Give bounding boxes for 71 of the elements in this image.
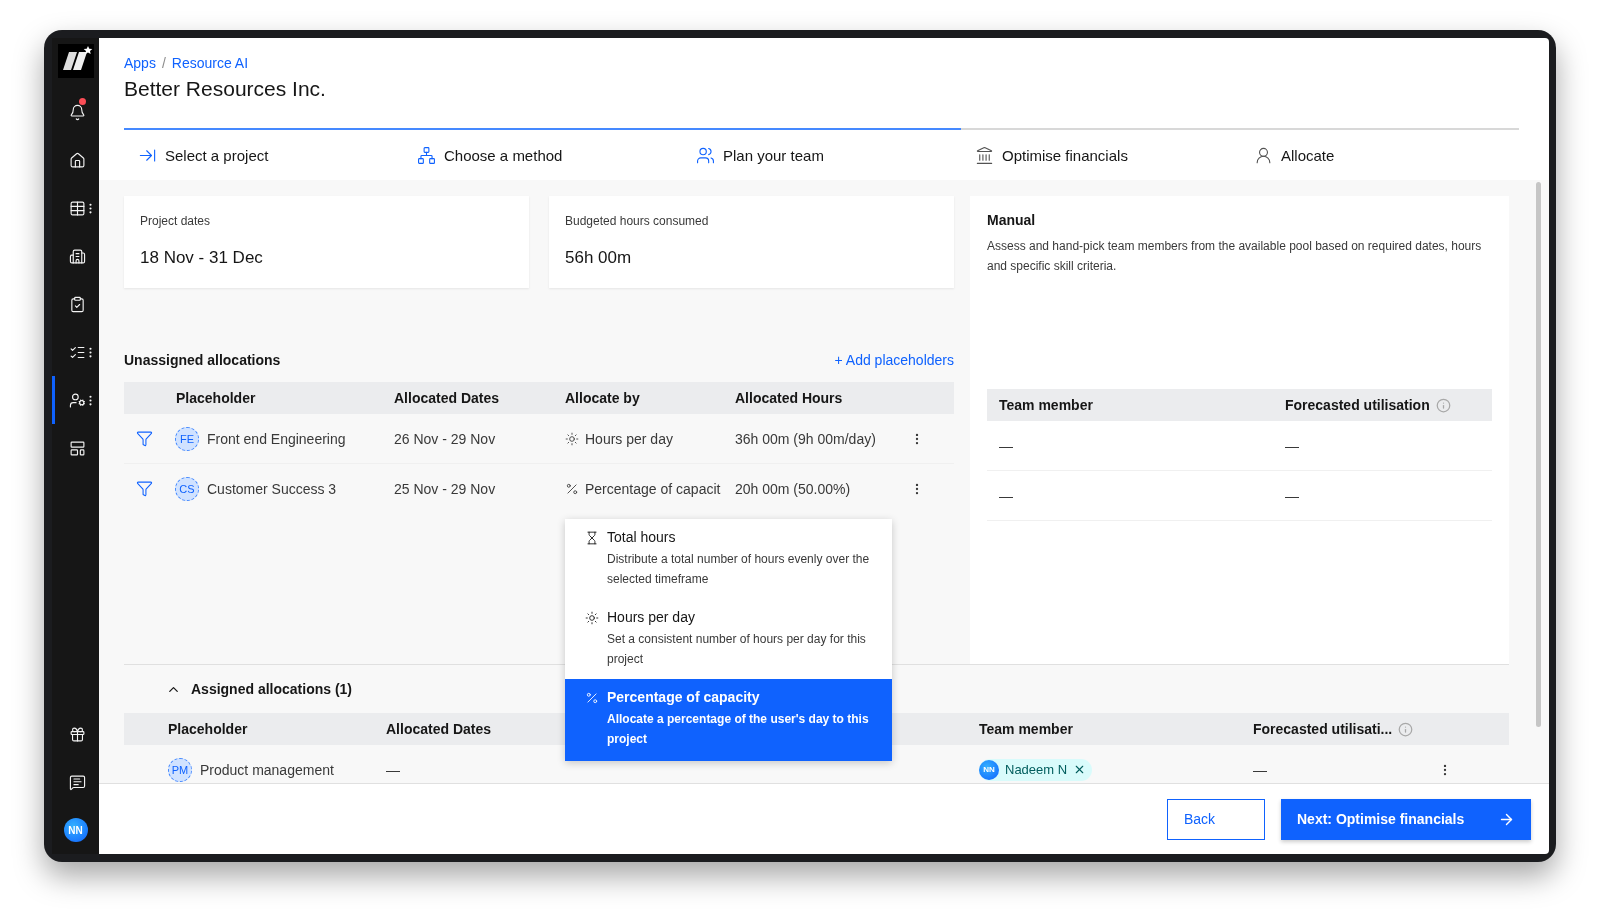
method-title: Manual	[987, 212, 1037, 228]
breadcrumb-link[interactable]: Apps	[124, 55, 156, 71]
breadcrumb-link[interactable]: Resource AI	[171, 55, 249, 71]
step-label[interactable]: Select a project	[165, 146, 269, 164]
column-header: Team member	[998, 397, 1094, 413]
back-button[interactable]: Back	[1167, 798, 1265, 840]
member-avatar: NN	[979, 759, 999, 780]
column-header: Allocated Dates	[386, 721, 493, 737]
logo-icon	[57, 44, 94, 78]
table-cell: 36h 00m (9h 00m/day)	[735, 430, 876, 447]
table-cell: Hours per day	[585, 430, 673, 447]
clipboard-icon	[68, 295, 86, 313]
table-cell: —	[999, 487, 1013, 504]
member-tag: NN Nadeem N	[979, 758, 1093, 781]
table-cell: Customer Success 3	[207, 480, 337, 497]
placeholder-avatar: PM	[168, 757, 192, 782]
table-cell: 26 Nov - 29 Nov	[394, 430, 496, 447]
column-header: Placeholder	[175, 390, 257, 406]
table-cell: 25 Nov - 29 Nov	[394, 480, 496, 497]
step-label[interactable]: Allocate	[1281, 146, 1335, 164]
column-header: Allocated Dates	[394, 390, 501, 406]
placeholder-avatar: CS	[175, 476, 199, 501]
column-header: Allocated Hours	[735, 390, 844, 406]
card-label: Budgeted hours consumed	[565, 214, 710, 228]
add-placeholders-link[interactable]: + Add placeholders	[834, 352, 954, 368]
column-header: Allocate by	[565, 390, 641, 406]
chat-icon	[68, 773, 86, 791]
next-button[interactable]: Next: Optimise financials	[1281, 798, 1531, 840]
percent-icon	[585, 691, 599, 705]
placeholder-avatar: FE	[175, 426, 199, 451]
sun-icon	[585, 611, 599, 625]
table-cell: Front end Engineering	[207, 430, 346, 447]
sun-icon	[565, 431, 579, 446]
table-cell: 20h 00m (50.00%)	[735, 480, 851, 497]
column-header: Forecasted utilisation	[1285, 397, 1430, 413]
section-title: Assigned allocations (1)	[191, 681, 353, 697]
card-value: 56h 00m	[565, 248, 633, 268]
menu-option[interactable]: Percentage of capacity Allocate a percentage of the user's day to this project	[565, 679, 892, 761]
notification-icon	[68, 103, 86, 121]
step-label[interactable]: Choose a method	[444, 146, 563, 164]
filter-icon[interactable]	[136, 480, 153, 497]
hourglass-icon	[585, 531, 599, 545]
table-icon	[68, 199, 86, 217]
method-description: Assess and hand-pick team members from the available pool based on required dates, hours and specific skill criteria.	[987, 238, 1483, 275]
table-cell: Product management	[200, 761, 334, 778]
table-cell: —	[999, 437, 1013, 454]
layout-icon	[68, 439, 86, 457]
filter-icon[interactable]	[136, 430, 153, 447]
building-icon	[68, 247, 86, 265]
column-header: Forecasted utilisati...	[1253, 721, 1393, 737]
card-value: 18 Nov - 31 Dec	[140, 248, 264, 268]
percent-icon	[565, 481, 579, 496]
scrollbar[interactable]	[1536, 182, 1541, 727]
table-cell: —	[386, 761, 400, 778]
column-header: Placeholder	[167, 721, 249, 737]
table-cell: —	[1285, 487, 1299, 504]
people-icon	[68, 391, 86, 409]
table-cell: —	[1253, 761, 1267, 778]
table-cell: Percentage of capacit	[585, 480, 721, 497]
page-title: Better Resources Inc.	[124, 77, 327, 101]
section-title: Unassigned allocations	[124, 352, 281, 368]
home-icon	[68, 151, 86, 169]
menu-option[interactable]: Hours per day Set a consistent number of hours per day for this project	[565, 599, 892, 679]
step-label[interactable]: Plan your team	[723, 146, 824, 164]
menu-option[interactable]: Total hours Distribute a total number of hours evenly over the selected timeframe	[565, 519, 892, 599]
step-label[interactable]: Optimise financials	[1002, 146, 1128, 164]
breadcrumb-separator: /	[161, 55, 166, 71]
card-label: Project dates	[140, 214, 212, 228]
table-cell: —	[1285, 437, 1299, 454]
gift-icon	[68, 725, 86, 743]
column-header: Team member	[979, 721, 1074, 737]
